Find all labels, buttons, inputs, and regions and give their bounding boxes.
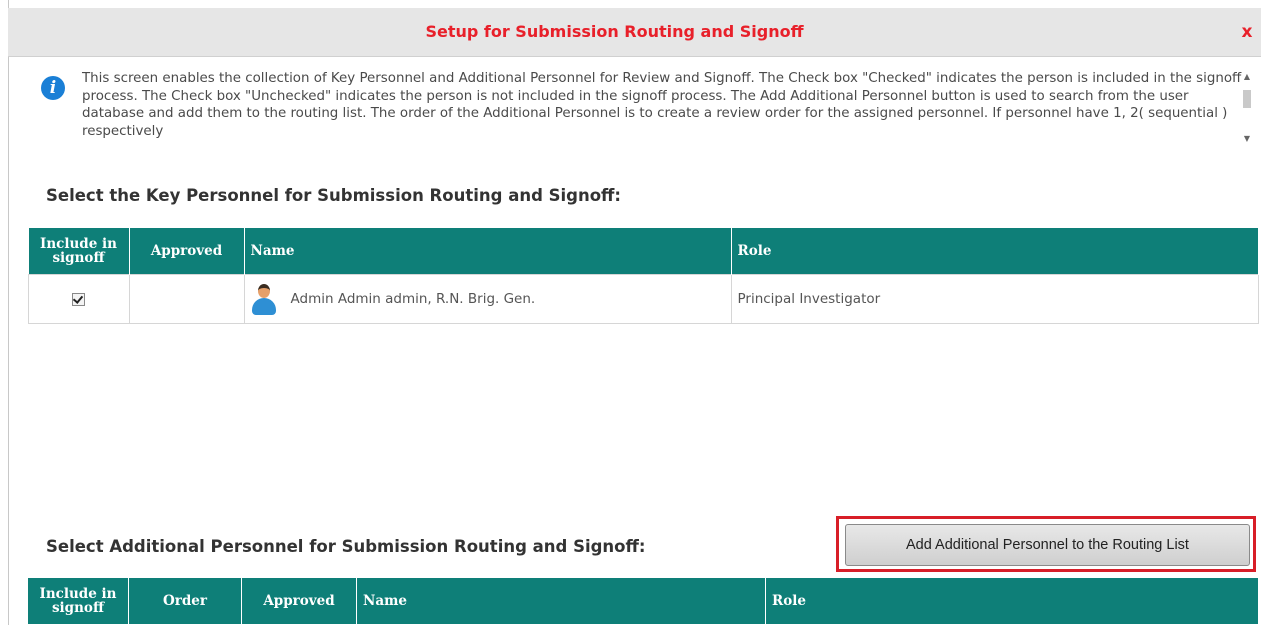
col-role: Role — [765, 578, 1259, 624]
scroll-thumb[interactable] — [1243, 90, 1251, 108]
info-icon: i — [41, 76, 65, 100]
person-avatar-icon — [251, 282, 277, 316]
role-cell: Principal Investigator — [730, 274, 1259, 324]
key-personnel-heading: Select the Key Personnel for Submission … — [46, 186, 622, 205]
dialog-title: Setup for Submission Routing and Signoff — [425, 22, 804, 41]
col-include: Include in signoff — [28, 578, 129, 624]
scroll-down-icon[interactable]: ▼ — [1241, 134, 1253, 144]
include-checkbox[interactable] — [72, 292, 86, 306]
table-row: Admin Admin admin, R.N. Brig. Gen. Princ… — [28, 274, 1259, 324]
col-order: Order — [128, 578, 242, 624]
additional-personnel-table: Include in signoff Order Approved Name R… — [28, 578, 1259, 624]
add-additional-personnel-button[interactable]: Add Additional Personnel to the Routing … — [845, 524, 1250, 566]
col-name: Name — [244, 228, 732, 275]
col-approved: Approved — [241, 578, 357, 624]
info-text: This screen enables the collection of Ke… — [82, 71, 1242, 139]
approved-cell — [128, 274, 245, 324]
name-cell: Admin Admin admin, R.N. Brig. Gen. — [243, 274, 732, 324]
info-panel: i This screen enables the collection of … — [30, 62, 1260, 146]
col-name: Name — [356, 578, 766, 624]
include-cell — [28, 274, 130, 324]
col-approved: Approved — [129, 228, 245, 275]
scroll-up-icon[interactable]: ▲ — [1241, 72, 1253, 82]
table-header-row: Include in signoff Order Approved Name R… — [28, 578, 1259, 624]
close-button[interactable]: x — [1237, 18, 1257, 46]
info-scrollbar[interactable]: ▲ ▼ — [1241, 72, 1253, 144]
additional-personnel-heading: Select Additional Personnel for Submissi… — [46, 537, 646, 556]
person-name: Admin Admin admin, R.N. Brig. Gen. — [290, 291, 536, 307]
key-personnel-table: Include in signoff Approved Name Role Ad… — [28, 228, 1259, 324]
col-role: Role — [731, 228, 1259, 275]
dialog-titlebar: Setup for Submission Routing and Signoff… — [8, 8, 1261, 57]
table-header-row: Include in signoff Approved Name Role — [28, 228, 1259, 275]
col-include: Include in signoff — [28, 228, 130, 275]
